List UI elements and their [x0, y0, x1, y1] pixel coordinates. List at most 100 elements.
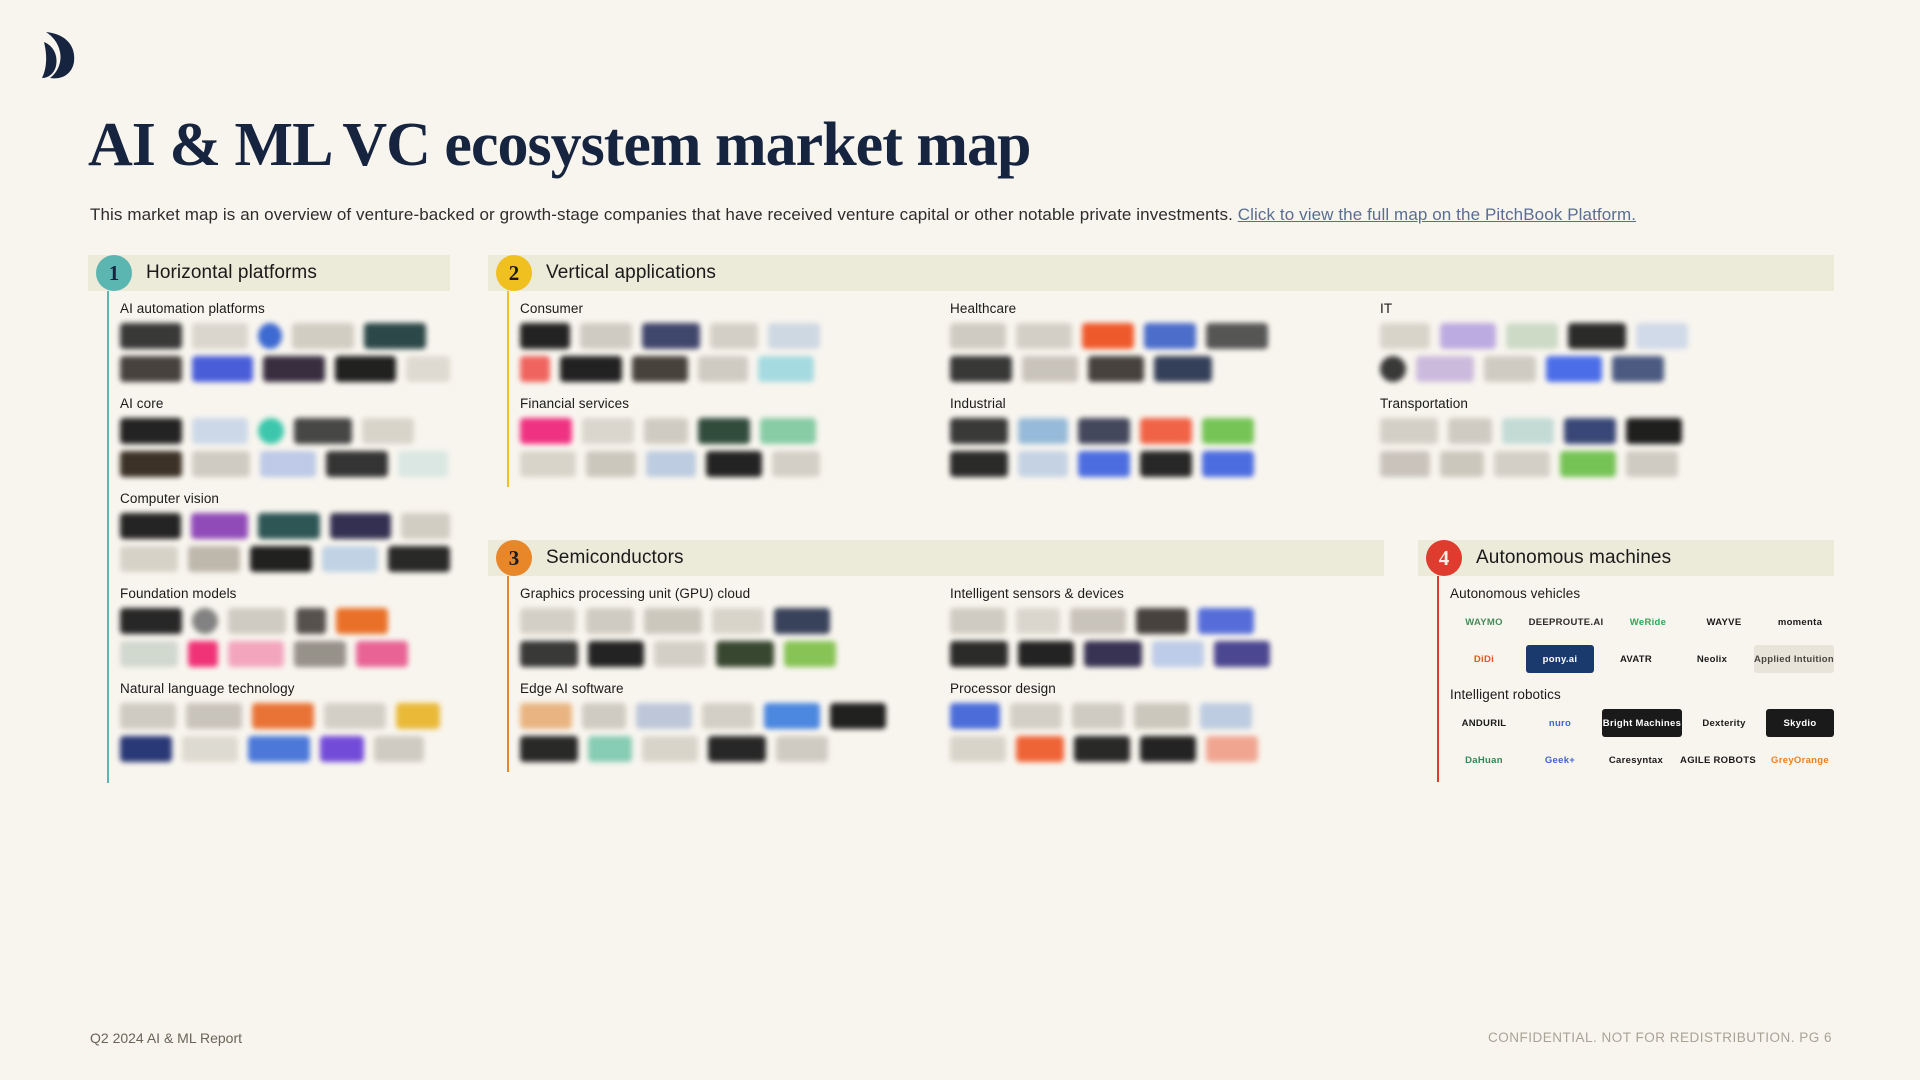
- company-logo[interactable]: WAYMO: [1450, 608, 1518, 636]
- company-logo-tile[interactable]: [228, 608, 286, 634]
- full-map-link[interactable]: Click to view the full map on the PitchB…: [1238, 205, 1636, 224]
- company-logo-tile[interactable]: [520, 608, 576, 634]
- company-logo-tile[interactable]: [1018, 641, 1074, 667]
- company-logo[interactable]: AVATR: [1602, 645, 1670, 673]
- company-logo-tile[interactable]: [706, 451, 762, 477]
- company-logo-tile[interactable]: [646, 451, 696, 477]
- company-logo-tile[interactable]: [520, 641, 578, 667]
- company-logo-tile[interactable]: [326, 451, 388, 477]
- company-logo-tile[interactable]: [520, 323, 570, 349]
- company-logo[interactable]: Neolix: [1678, 645, 1746, 673]
- company-logo-tile[interactable]: [258, 513, 320, 539]
- company-logo-tile[interactable]: [260, 451, 316, 477]
- company-logo-tile[interactable]: [120, 641, 178, 667]
- company-logo-tile[interactable]: [374, 736, 424, 762]
- company-logo-tile[interactable]: [120, 356, 182, 382]
- company-logo-tile[interactable]: [776, 736, 828, 762]
- company-logo-tile[interactable]: [1134, 703, 1190, 729]
- company-logo-tile[interactable]: [1448, 418, 1492, 444]
- company-logo-tile[interactable]: [329, 513, 391, 539]
- company-logo-tile[interactable]: [1416, 356, 1474, 382]
- company-logo-tile[interactable]: [191, 356, 254, 382]
- company-logo-tile[interactable]: [758, 356, 814, 382]
- company-logo-tile[interactable]: [1484, 356, 1536, 382]
- company-logo-tile[interactable]: [950, 608, 1006, 634]
- company-logo-tile[interactable]: [324, 703, 386, 729]
- company-logo-tile[interactable]: [1152, 641, 1204, 667]
- company-logo-tile[interactable]: [388, 546, 450, 572]
- company-logo-tile[interactable]: [702, 703, 754, 729]
- company-logo-tile[interactable]: [642, 323, 700, 349]
- company-logo-tile[interactable]: [520, 451, 576, 477]
- company-logo-tile[interactable]: [1202, 418, 1254, 444]
- company-logo-tile[interactable]: [396, 703, 440, 729]
- company-logo-tile[interactable]: [292, 323, 354, 349]
- company-logo-tile[interactable]: [950, 641, 1008, 667]
- company-logo-tile[interactable]: [1380, 451, 1430, 477]
- company-logo-tile[interactable]: [636, 703, 692, 729]
- company-logo-tile[interactable]: [188, 546, 240, 572]
- company-logo-tile[interactable]: [120, 546, 178, 572]
- company-logo-tile[interactable]: [1380, 356, 1406, 382]
- company-logo-tile[interactable]: [588, 736, 632, 762]
- company-logo-tile[interactable]: [356, 641, 408, 667]
- company-logo[interactable]: Bright Machines: [1602, 709, 1682, 737]
- company-logo-tile[interactable]: [784, 641, 836, 667]
- company-logo-tile[interactable]: [950, 703, 1000, 729]
- company-logo-tile[interactable]: [400, 513, 450, 539]
- company-logo-tile[interactable]: [582, 418, 634, 444]
- company-logo-tile[interactable]: [406, 356, 451, 382]
- company-logo-tile[interactable]: [1074, 736, 1130, 762]
- company-logo-tile[interactable]: [950, 418, 1008, 444]
- company-logo[interactable]: DEEPROUTE.AI: [1526, 608, 1606, 636]
- company-logo[interactable]: Dexterity: [1690, 709, 1758, 737]
- company-logo-tile[interactable]: [120, 418, 182, 444]
- company-logo-tile[interactable]: [1568, 323, 1626, 349]
- company-logo-tile[interactable]: [654, 641, 706, 667]
- company-logo-tile[interactable]: [1564, 418, 1616, 444]
- company-logo-tile[interactable]: [120, 323, 182, 349]
- company-logo-tile[interactable]: [1016, 323, 1072, 349]
- company-logo-tile[interactable]: [1018, 418, 1068, 444]
- company-logo-tile[interactable]: [642, 736, 698, 762]
- company-logo-tile[interactable]: [294, 418, 352, 444]
- company-logo[interactable]: ANDURIL: [1450, 709, 1518, 737]
- company-logo[interactable]: Skydio: [1766, 709, 1834, 737]
- company-logo-tile[interactable]: [1502, 418, 1554, 444]
- company-logo-tile[interactable]: [252, 703, 314, 729]
- company-logo[interactable]: DiDi: [1450, 645, 1518, 673]
- company-logo[interactable]: AGILE ROBOTS: [1678, 746, 1758, 774]
- company-logo-tile[interactable]: [258, 323, 282, 349]
- company-logo-tile[interactable]: [772, 451, 820, 477]
- company-logo-tile[interactable]: [1144, 323, 1196, 349]
- company-logo[interactable]: WAYVE: [1690, 608, 1758, 636]
- company-logo-tile[interactable]: [1626, 418, 1682, 444]
- company-logo-tile[interactable]: [1380, 323, 1430, 349]
- company-logo-tile[interactable]: [1380, 418, 1438, 444]
- company-logo-tile[interactable]: [1088, 356, 1144, 382]
- company-logo-tile[interactable]: [1506, 323, 1558, 349]
- company-logo-tile[interactable]: [712, 608, 764, 634]
- company-logo-tile[interactable]: [644, 418, 688, 444]
- company-logo-tile[interactable]: [192, 418, 248, 444]
- company-logo-tile[interactable]: [1072, 703, 1124, 729]
- company-logo-tile[interactable]: [1078, 451, 1130, 477]
- company-logo[interactable]: Caresyntax: [1602, 746, 1670, 774]
- company-logo-tile[interactable]: [1494, 451, 1550, 477]
- company-logo-tile[interactable]: [334, 356, 397, 382]
- company-logo-tile[interactable]: [1140, 736, 1196, 762]
- company-logo[interactable]: GreyOrange: [1766, 746, 1834, 774]
- company-logo-tile[interactable]: [120, 703, 176, 729]
- company-logo-tile[interactable]: [768, 323, 820, 349]
- company-logo-tile[interactable]: [120, 608, 182, 634]
- company-logo-tile[interactable]: [364, 323, 426, 349]
- company-logo-tile[interactable]: [950, 736, 1006, 762]
- company-logo[interactable]: momenta: [1766, 608, 1834, 636]
- company-logo-tile[interactable]: [520, 736, 578, 762]
- company-logo-tile[interactable]: [1078, 418, 1130, 444]
- company-logo-tile[interactable]: [263, 356, 325, 382]
- company-logo-tile[interactable]: [632, 356, 688, 382]
- company-logo-tile[interactable]: [830, 703, 886, 729]
- company-logo-tile[interactable]: [710, 323, 758, 349]
- company-logo-tile[interactable]: [1214, 641, 1270, 667]
